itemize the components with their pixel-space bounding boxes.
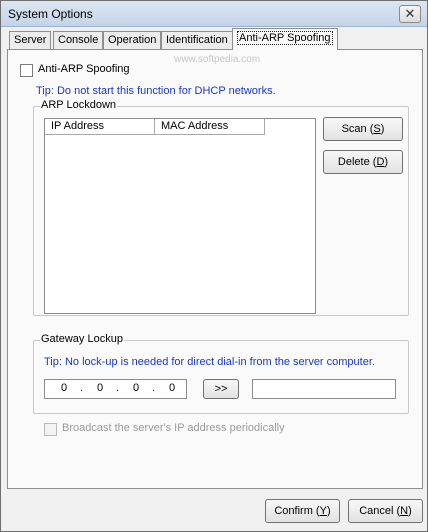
tab-identification-label: Identification [166, 34, 228, 46]
window-title: System Options [8, 7, 93, 21]
arp-lockdown-legend: ARP Lockdown [40, 99, 118, 111]
column-ip-address[interactable]: IP Address [45, 119, 155, 135]
arp-table[interactable]: IP Address MAC Address [44, 118, 316, 314]
ip-octet-1: 0 [61, 382, 68, 394]
tab-anti-arp-spoofing[interactable]: Anti-ARP Spoofing [232, 28, 338, 50]
tab-anti-arp-spoofing-label: Anti-ARP Spoofing [237, 31, 333, 45]
ip-octet-3: 0 [133, 382, 140, 394]
cancel-button-label: Cancel [359, 505, 394, 517]
gateway-tip: Tip: No lock-up is needed for direct dia… [44, 356, 375, 368]
tab-panel: Anti-ARP Spoofing www.softpedia.com Tip:… [7, 49, 423, 489]
tab-server[interactable]: Server [9, 31, 52, 49]
lookup-mac-button-label: >> [214, 383, 228, 395]
delete-button[interactable]: Delete (D) [323, 150, 403, 174]
anti-arp-spoofing-checkbox[interactable] [20, 64, 33, 77]
ip-octet-4: 0 [169, 382, 176, 394]
gateway-ip-input[interactable]: 0 . 0 . 0 . 0 [44, 379, 187, 399]
anti-arp-spoofing-label: Anti-ARP Spoofing [38, 63, 130, 75]
tab-console[interactable]: Console [53, 31, 104, 49]
tab-console-label: Console [58, 34, 99, 46]
close-button[interactable]: ✕ [399, 5, 421, 23]
scan-accel-key: S [373, 123, 381, 135]
dhcp-tip: Tip: Do not start this function for DHCP… [36, 85, 276, 97]
column-mac-address-label: MAC Address [161, 120, 229, 132]
column-mac-address[interactable]: MAC Address [155, 119, 265, 135]
cancel-button[interactable]: Cancel (N) [348, 499, 423, 523]
column-ip-address-label: IP Address [51, 120, 104, 132]
ip-octet-2: 0 [97, 382, 104, 394]
delete-accel-key: D [376, 156, 385, 168]
delete-button-label: Delete [337, 156, 370, 168]
close-icon: ✕ [404, 6, 416, 21]
confirm-button-label: Confirm [274, 505, 313, 517]
ip-dot-3: . [152, 382, 156, 394]
gateway-lockup-group: Gateway Lockup Tip: No lock-up is needed… [33, 333, 409, 414]
tab-operation-label: Operation [108, 34, 157, 46]
scan-button-label: Scan [341, 123, 367, 135]
gateway-lockup-legend: Gateway Lockup [40, 333, 124, 345]
arp-lockdown-group: ARP Lockdown IP Address MAC Address Scan… [33, 99, 409, 316]
ip-dot-1: . [80, 382, 84, 394]
confirm-button[interactable]: Confirm (Y) [265, 499, 340, 523]
cancel-accel-key: N [400, 505, 409, 517]
tab-server-label: Server [14, 34, 47, 46]
gateway-mac-input[interactable] [252, 379, 396, 399]
lookup-mac-button[interactable]: >> [203, 379, 239, 399]
broadcast-ip-checkbox[interactable] [44, 423, 57, 436]
confirm-accel-key: Y [319, 505, 327, 517]
ip-dot-2: . [116, 382, 120, 394]
tab-identification[interactable]: Identification [161, 31, 233, 49]
title-bar[interactable]: System Options ✕ [1, 1, 427, 27]
broadcast-ip-label: Broadcast the server's IP address period… [62, 422, 285, 434]
tab-operation[interactable]: Operation [103, 31, 162, 49]
watermark: www.softpedia.com [174, 54, 261, 65]
scan-button[interactable]: Scan (S) [323, 117, 403, 141]
system-options-window: System Options ✕ Server Console Operatio… [0, 0, 428, 532]
